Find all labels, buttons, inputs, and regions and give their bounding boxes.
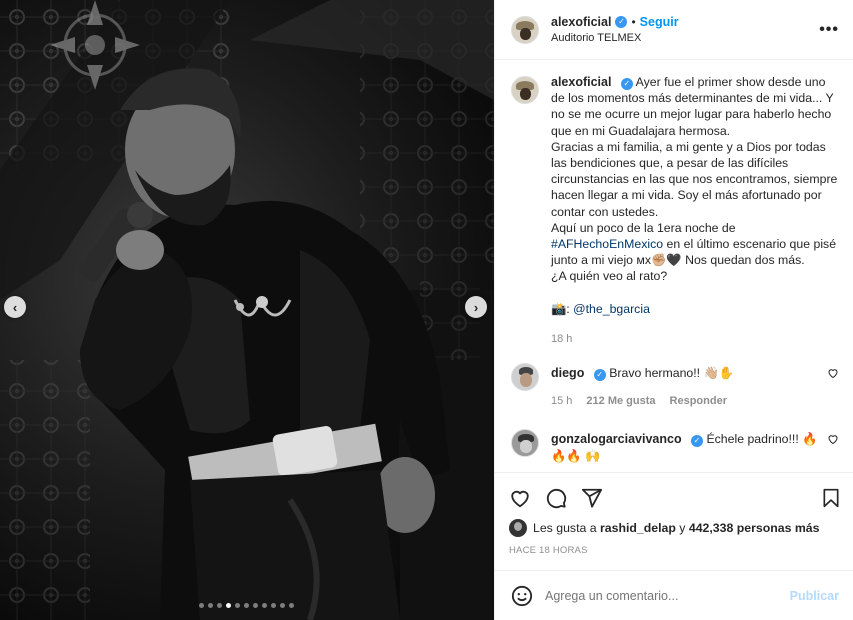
post-side-panel: alexoficial ✓ • Seguir Auditorio TELMEX …: [494, 0, 853, 620]
carousel-dot: [280, 603, 285, 608]
comment-likes[interactable]: 212 Me gusta: [586, 393, 655, 409]
post-photo[interactable]: ‹ ›: [0, 0, 494, 620]
post-timestamp[interactable]: HACE 18 HORAS: [509, 545, 841, 556]
caption-text-4: ¿A quién veo al rato?: [551, 269, 668, 284]
add-comment-bar: Publicar: [495, 570, 853, 620]
header-info: alexoficial ✓ • Seguir Auditorio TELMEX: [551, 14, 819, 45]
chevron-right-icon[interactable]: ›: [465, 296, 487, 318]
author-username[interactable]: alexoficial: [551, 14, 611, 30]
hashtag-link[interactable]: #AFHechoEnMexico: [551, 237, 663, 251]
bookmark-icon[interactable]: [821, 487, 841, 509]
avatar[interactable]: [509, 519, 527, 537]
likes-middle: y: [679, 521, 686, 535]
likes-prefix: Les gusta a: [533, 521, 597, 535]
caption-text-2: Gracias a mi familia, a mi gente y a Dio…: [551, 139, 838, 219]
carousel-dot: [226, 603, 231, 608]
likes-summary: Les gusta a rashid_delap y 442,338 perso…: [509, 517, 841, 539]
emoji-icon[interactable]: [511, 585, 533, 607]
like-heart-icon[interactable]: [509, 487, 531, 509]
singer-photo: [0, 0, 494, 620]
verified-badge-icon: ✓: [593, 369, 606, 382]
caption: alexoficial ✓ Ayer fue el primer show de…: [511, 74, 839, 347]
comment-meta: 15 h 212 Me gusta Responder: [551, 393, 819, 409]
avatar[interactable]: [511, 363, 539, 392]
comment-time[interactable]: 15 h: [551, 393, 572, 409]
caption-text-3: Aquí un poco de la 1era noche de #AFHech…: [551, 220, 839, 269]
caption-text-3-prefix: Aquí un poco de la 1era noche de: [551, 220, 736, 235]
mention-link[interactable]: @the_bgarcia: [573, 302, 650, 316]
comment-username[interactable]: diego: [551, 366, 584, 380]
carousel-dot: [262, 603, 267, 608]
photo-credit: 📸: @the_bgarcia: [551, 301, 839, 317]
reply-button[interactable]: Responder: [670, 393, 727, 409]
heart-icon[interactable]: [827, 367, 839, 379]
comment-icon[interactable]: [545, 487, 567, 509]
carousel-dot: [235, 603, 240, 608]
verified-badge-icon: ✓: [691, 435, 704, 448]
comment-text: Bravo hermano!! 👋🏼✋: [609, 366, 735, 381]
separator-dot: •: [631, 15, 636, 29]
carousel-dot: [208, 603, 213, 608]
avatar[interactable]: [511, 76, 539, 104]
caption-username[interactable]: alexoficial: [551, 75, 611, 89]
verified-badge-icon: ✓: [620, 78, 633, 90]
follow-button[interactable]: Seguir: [640, 14, 679, 30]
actions-bar: Les gusta a rashid_delap y 442,338 perso…: [495, 472, 853, 556]
comment-username[interactable]: gonzalogarciavivanco: [551, 432, 682, 446]
post-header: alexoficial ✓ • Seguir Auditorio TELMEX …: [495, 0, 853, 60]
chevron-left-icon[interactable]: ‹: [4, 296, 26, 318]
caption-meta: 18 h: [551, 331, 839, 347]
comment-item: gonzalogarciavivanco ✓ Échele padrino!!!…: [511, 427, 839, 463]
carousel-dot: [289, 603, 294, 608]
likes-count[interactable]: 442,338 personas más: [689, 521, 820, 535]
carousel-dot: [253, 603, 258, 608]
verified-badge-icon: ✓: [615, 16, 628, 28]
avatar[interactable]: [511, 429, 539, 458]
share-icon[interactable]: [581, 487, 603, 509]
instagram-post: ‹ › alexoficial ✓ • Seguir Auditorio TEL…: [0, 0, 853, 620]
carousel-indicator: [199, 603, 294, 608]
caption-time[interactable]: 18 h: [551, 331, 572, 347]
carousel-dot: [244, 603, 249, 608]
comment-input[interactable]: [545, 588, 790, 603]
avatar[interactable]: [511, 15, 539, 44]
location-link[interactable]: Auditorio TELMEX: [551, 31, 819, 45]
more-options-icon[interactable]: •••: [819, 21, 839, 39]
camera-icon: 📸:: [551, 301, 570, 316]
liked-by-user[interactable]: rashid_delap: [600, 521, 676, 535]
carousel-dot: [271, 603, 276, 608]
comments-section: alexoficial ✓ Ayer fue el primer show de…: [495, 60, 853, 472]
publish-button[interactable]: Publicar: [790, 589, 839, 603]
carousel-dot: [199, 603, 204, 608]
carousel-dot: [217, 603, 222, 608]
heart-icon[interactable]: [827, 433, 839, 445]
comment-item: diego ✓ Bravo hermano!! 👋🏼✋ 15 h 212 Me …: [511, 361, 839, 409]
